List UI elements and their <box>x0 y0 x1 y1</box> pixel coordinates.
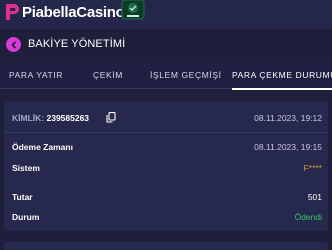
card-header: KİMLİK: 239585263 08.11.2023, 19:12 <box>4 101 328 133</box>
amount-value: 501 <box>307 192 322 202</box>
status-badge: Ödendi <box>294 212 322 222</box>
tab-para-yatir[interactable]: PARA YATIR <box>9 61 63 89</box>
status-label: Durum <box>12 212 40 222</box>
payment-time-value: 08.11.2023, 19:15 <box>254 142 322 152</box>
chevron-left-icon <box>10 40 16 49</box>
system-label: Sistem <box>12 163 40 173</box>
id-value: 239585263 <box>46 113 90 123</box>
next-withdrawal-card <box>4 242 328 250</box>
id-row: KİMLİK: 239585263 <box>12 113 89 123</box>
top-bar: PiabellaCasino <box>0 0 332 29</box>
license-badge-icon <box>121 0 145 20</box>
amount-label: Tutar <box>12 192 33 202</box>
payment-time-label: Ödeme Zamanı <box>12 142 73 152</box>
system-value: F**** <box>303 163 322 173</box>
page-title: BAKİYE YÖNETİMİ <box>28 38 126 50</box>
page-header: BAKİYE YÖNETİMİ <box>0 29 332 59</box>
tab-islem-gecmisi[interactable]: İŞLEM GEÇMİŞİ <box>150 61 222 89</box>
tab-para-cekme-durumu[interactable]: PARA ÇEKME DURUMU <box>232 61 332 90</box>
withdrawal-card: KİMLİK: 239585263 08.11.2023, 19:12 Ödem… <box>4 101 328 231</box>
logo-brand: Piabella <box>22 4 77 21</box>
logo-icon <box>6 4 19 20</box>
tab-cekim[interactable]: ÇEKİM <box>93 61 123 89</box>
created-date: 08.11.2023, 19:12 <box>254 113 322 123</box>
id-label: KİMLİK: <box>12 113 45 123</box>
logo-suffix: Casino <box>76 4 125 21</box>
copy-icon[interactable] <box>106 112 116 123</box>
logo[interactable]: PiabellaCasino <box>22 4 125 21</box>
back-button[interactable] <box>6 37 21 52</box>
tab-bar: PARA YATIR ÇEKİM İŞLEM GEÇMİŞİ PARA ÇEKM… <box>0 61 332 90</box>
